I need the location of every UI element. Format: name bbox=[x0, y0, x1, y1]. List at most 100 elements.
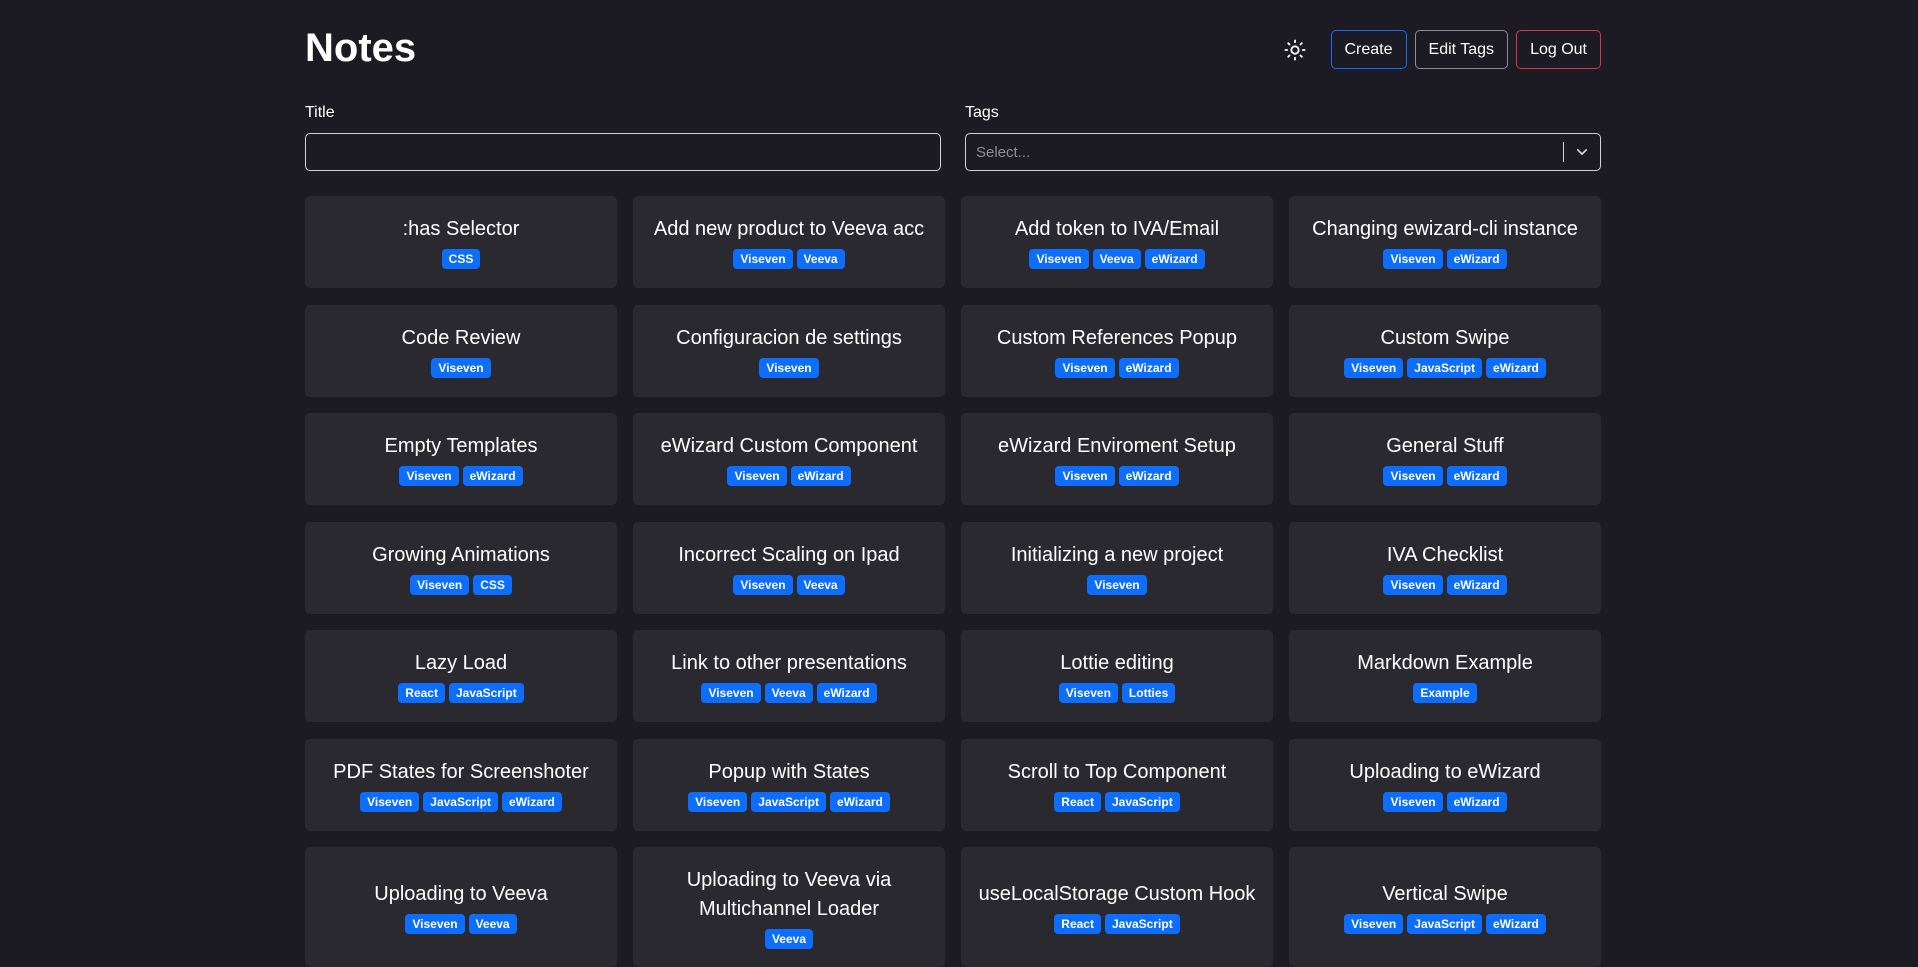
chevron-down-icon[interactable] bbox=[1564, 134, 1600, 170]
note-title: Vertical Swipe bbox=[1382, 883, 1508, 905]
note-card[interactable]: Link to other presentations Viseven Veeva e… bbox=[633, 630, 945, 722]
note-card[interactable]: Lottie editing Viseven Lotties bbox=[961, 630, 1273, 722]
tag-badge: Viseven bbox=[1344, 914, 1404, 934]
note-card[interactable]: Scroll to Top Component React JavaScript bbox=[961, 738, 1273, 831]
note-tags: Viseven Veeva eWizard bbox=[1029, 249, 1205, 269]
note-tags: Viseven eWizard bbox=[1383, 249, 1507, 269]
note-title: PDF States for Screenshoter bbox=[333, 760, 589, 783]
note-card[interactable]: Incorrect Scaling on Ipad Viseven Veeva bbox=[633, 521, 945, 614]
note-title: eWizard Custom Component bbox=[660, 435, 918, 457]
note-tags: Viseven eWizard bbox=[1383, 791, 1507, 812]
tag-badge: Viseven bbox=[360, 791, 420, 812]
note-card[interactable]: Initializing a new project Viseven bbox=[961, 521, 1273, 614]
tag-badge: Viseven bbox=[1383, 791, 1443, 812]
note-card[interactable]: IVA Checklist Viseven eWizard bbox=[1289, 521, 1601, 614]
tag-badge: eWizard bbox=[1446, 574, 1507, 595]
filters: Title Tags Select... bbox=[305, 104, 1601, 171]
note-card[interactable]: Uploading to Veeva Viseven Veeva bbox=[305, 847, 617, 967]
note-card[interactable]: Add new product to Veeva acc Viseven Veeva bbox=[633, 196, 945, 288]
note-title: Empty Templates bbox=[384, 435, 538, 457]
sun-icon bbox=[1283, 38, 1306, 61]
title-input[interactable] bbox=[305, 133, 941, 171]
note-tags: Viseven eWizard bbox=[1383, 574, 1507, 595]
header: Notes Create Edit Tags Log Out bbox=[305, 0, 1601, 100]
note-card[interactable]: Add token to IVA/Email Viseven Veeva eWizar… bbox=[961, 196, 1273, 288]
tag-badge: Veeva bbox=[796, 574, 845, 595]
note-card[interactable]: Code Review Viseven bbox=[305, 304, 617, 397]
page-title: Notes bbox=[305, 26, 417, 70]
note-tags: Viseven JavaScript eWizard bbox=[1344, 357, 1546, 378]
tag-badge: Viseven bbox=[701, 683, 761, 703]
edit-tags-button[interactable]: Edit Tags bbox=[1414, 30, 1509, 69]
tag-badge: Viseven bbox=[1087, 574, 1147, 595]
tag-badge: JavaScript bbox=[1104, 914, 1180, 934]
tag-badge: React bbox=[1054, 791, 1101, 812]
tag-badge: eWizard bbox=[462, 466, 523, 486]
note-card[interactable]: Uploading to Veeva via Multichannel Load… bbox=[633, 847, 945, 967]
tags-filter: Tags Select... bbox=[965, 104, 1601, 171]
tag-badge: Viseven bbox=[1058, 683, 1118, 703]
note-card[interactable]: Lazy Load React JavaScript bbox=[305, 630, 617, 722]
note-card[interactable]: eWizard Custom Component Viseven eWizard bbox=[633, 413, 945, 505]
note-card[interactable]: Custom Swipe Viseven JavaScript eWizard bbox=[1289, 304, 1601, 397]
tag-badge: JavaScript bbox=[423, 791, 498, 812]
tags-select[interactable]: Select... bbox=[965, 133, 1601, 171]
note-card[interactable]: Markdown Example Example bbox=[1289, 630, 1601, 722]
note-title: :has Selector bbox=[402, 218, 520, 240]
note-title: Link to other presentations bbox=[671, 652, 907, 674]
note-tags: Viseven Lotties bbox=[1058, 683, 1176, 703]
tag-badge: Veeva bbox=[764, 928, 814, 949]
create-button[interactable]: Create bbox=[1330, 30, 1407, 69]
tag-badge: eWizard bbox=[1118, 466, 1179, 486]
note-title: Lazy Load bbox=[414, 652, 508, 674]
note-card[interactable]: Uploading to eWizard Viseven eWizard bbox=[1289, 738, 1601, 831]
note-card[interactable]: Empty Templates Viseven eWizard bbox=[305, 413, 617, 505]
tag-badge: eWizard bbox=[1446, 466, 1507, 486]
note-tags: Viseven CSS bbox=[410, 574, 512, 595]
tag-badge: Veeva bbox=[796, 249, 845, 269]
note-title: Add new product to Veeva acc bbox=[653, 218, 925, 240]
theme-toggle-button[interactable] bbox=[1279, 34, 1311, 66]
tag-badge: Viseven bbox=[688, 791, 748, 812]
note-card[interactable]: General Stuff Viseven eWizard bbox=[1289, 413, 1601, 505]
tag-badge: eWizard bbox=[816, 683, 877, 703]
note-card[interactable]: eWizard Enviroment Setup Viseven eWizard bbox=[961, 413, 1273, 505]
tag-badge: Veeva bbox=[764, 683, 813, 703]
note-title: IVA Checklist bbox=[1386, 543, 1504, 566]
note-card[interactable]: Custom References Popup Viseven eWizard bbox=[961, 304, 1273, 397]
note-tags: Viseven eWizard bbox=[399, 466, 523, 486]
note-title: Custom References Popup bbox=[996, 326, 1238, 349]
tags-select-placeholder: Select... bbox=[976, 143, 1031, 161]
note-card[interactable]: Vertical Swipe Viseven JavaScript eWizard bbox=[1289, 847, 1601, 967]
note-card[interactable]: :has Selector CSS bbox=[305, 196, 617, 288]
note-title: useLocalStorage Custom Hook bbox=[978, 883, 1256, 905]
note-tags: React JavaScript bbox=[1054, 791, 1180, 812]
tag-badge: Viseven bbox=[1383, 574, 1443, 595]
tag-badge: Viseven bbox=[1344, 357, 1404, 378]
note-title: Code Review bbox=[401, 326, 521, 349]
tag-badge: Example bbox=[1413, 683, 1477, 703]
note-tags: React JavaScript bbox=[398, 683, 524, 703]
note-card[interactable]: Configuracion de settings Viseven bbox=[633, 304, 945, 397]
note-tags: Example bbox=[1413, 683, 1477, 703]
note-tags: Viseven bbox=[1087, 574, 1147, 595]
tag-badge: Viseven bbox=[405, 914, 465, 934]
note-tags: Veeva bbox=[764, 928, 814, 949]
note-card[interactable]: Changing ewizard-cli instance Viseven eWiz… bbox=[1289, 196, 1601, 288]
tag-badge: eWizard bbox=[1485, 914, 1546, 934]
note-tags: Viseven Veeva bbox=[733, 249, 845, 269]
tag-badge: Viseven bbox=[733, 249, 793, 269]
note-card[interactable]: Growing Animations Viseven CSS bbox=[305, 521, 617, 614]
note-title: General Stuff bbox=[1386, 435, 1504, 457]
note-title: Uploading to eWizard bbox=[1349, 760, 1541, 783]
log-out-button[interactable]: Log Out bbox=[1516, 30, 1601, 69]
note-title: Configuracion de settings bbox=[676, 326, 902, 349]
note-card[interactable]: useLocalStorage Custom Hook React JavaScri… bbox=[961, 847, 1273, 967]
tag-badge: Viseven bbox=[733, 574, 793, 595]
title-label: Title bbox=[305, 104, 335, 121]
note-card[interactable]: Popup with States Viseven JavaScript eWizar… bbox=[633, 738, 945, 831]
note-card[interactable]: PDF States for Screenshoter Viseven JavaSc… bbox=[305, 738, 617, 831]
tag-badge: Viseven bbox=[1383, 249, 1443, 269]
note-tags: CSS bbox=[441, 249, 481, 269]
tag-badge: CSS bbox=[441, 249, 481, 269]
